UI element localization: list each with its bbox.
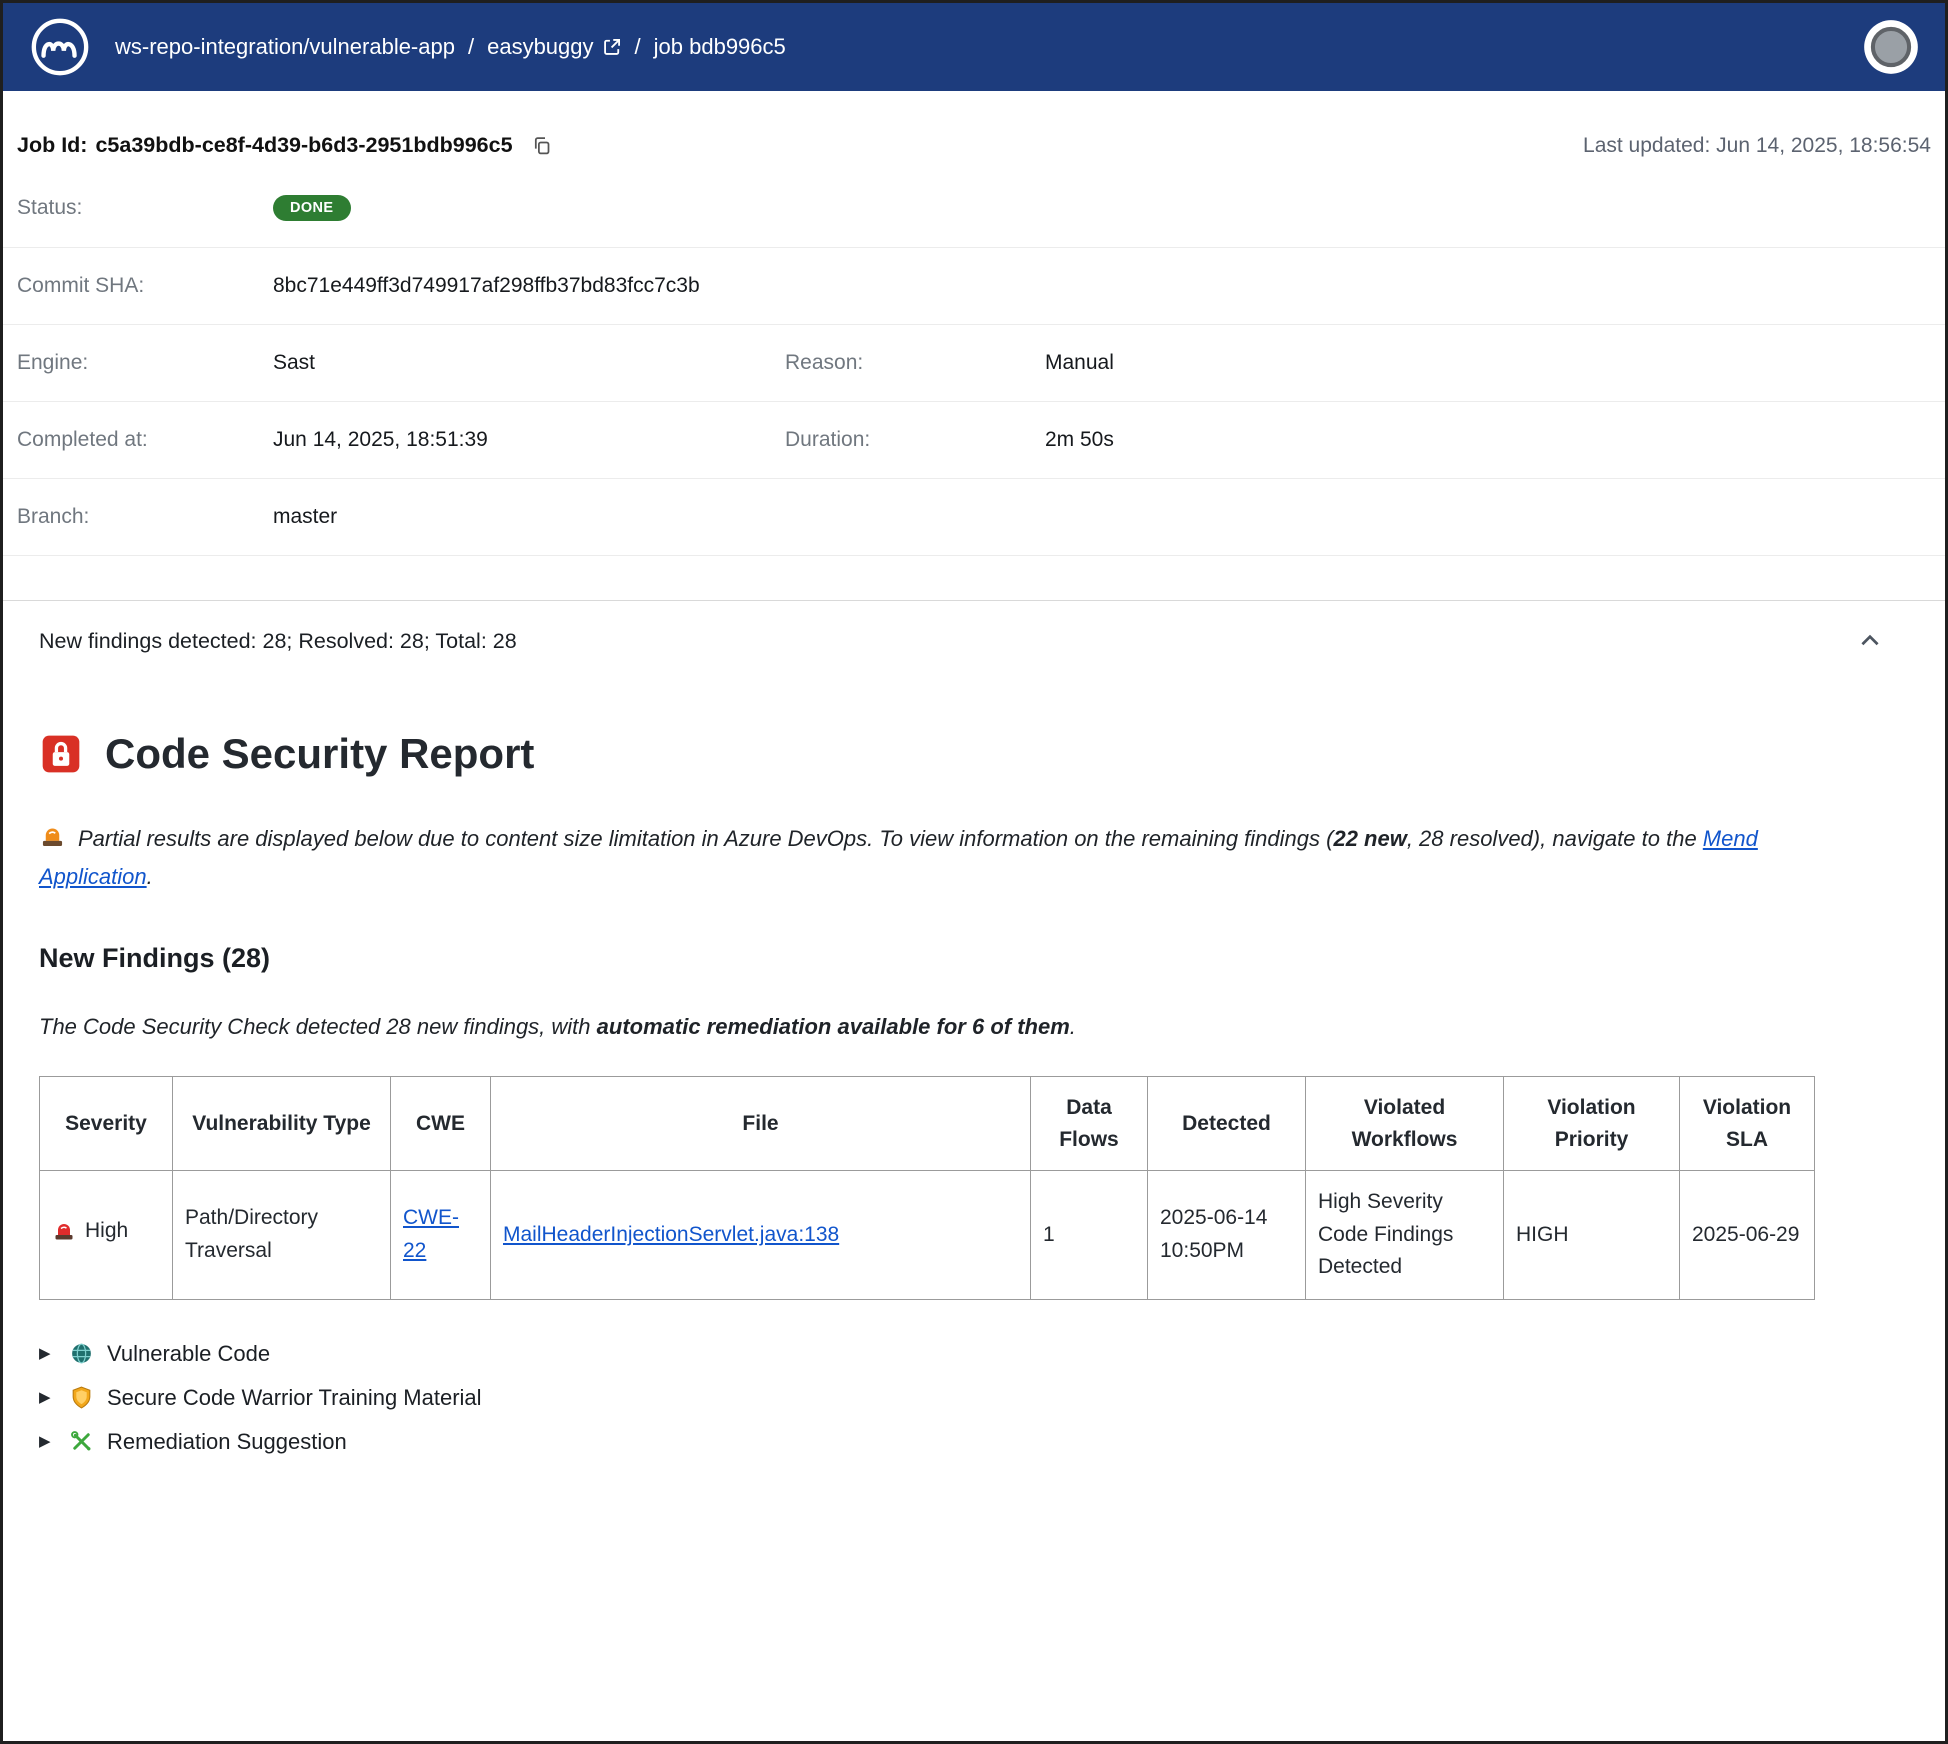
report-title-text: Code Security Report [105,730,534,778]
completed-at-value: Jun 14, 2025, 18:51:39 [273,428,785,452]
findings-table-header-row: Severity Vulnerability Type CWE File Dat… [40,1077,1815,1171]
duration-label: Duration: [785,428,1045,452]
new-findings-heading: New Findings (28) [39,943,1909,974]
branch-value: master [273,505,785,529]
col-header-data-flows: Data Flows [1031,1077,1148,1171]
expander-label: Remediation Suggestion [107,1429,347,1455]
summary-sentence: The Code Security Check detected 28 new … [39,1014,1909,1040]
col-header-violation-sla: Violation SLA [1680,1077,1815,1171]
file-cell: MailHeaderInjectionServlet.java:138 [491,1171,1031,1300]
finding-row: High Path/Directory Traversal CWE-22 Mai… [40,1171,1815,1300]
tools-icon [69,1429,94,1454]
cwe-cell: CWE-22 [391,1171,491,1300]
engine-label: Engine: [17,351,273,375]
finding-detail-expanders: ▶ Vulnerable Code ▶ [39,1332,1909,1464]
findings-summary-text: New findings detected: 28; Resolved: 28;… [39,629,517,654]
status-label: Status: [17,196,273,220]
job-details-section: Job Id: c5a39bdb-ce8f-4d39-b6d3-2951bdb9… [3,91,1945,1524]
violation-sla-cell: 2025-06-29 [1680,1171,1815,1300]
external-link-icon[interactable] [602,37,622,57]
findings-summary-bar: New findings detected: 28; Resolved: 28;… [3,600,1945,674]
engine-reason-row: Engine: Sast Reason: Manual [3,325,1945,402]
orange-siren-icon [39,824,66,860]
red-lock-icon [39,732,83,776]
job-id-value: c5a39bdb-ce8f-4d39-b6d3-2951bdb996c5 [95,133,512,158]
breadcrumb-separator: / [468,34,474,60]
severity-label: High [85,1215,128,1248]
col-header-file: File [491,1077,1031,1171]
col-header-violated-workflows: Violated Workflows [1306,1077,1504,1171]
commit-sha-label: Commit SHA: [17,274,273,298]
expand-arrow-icon: ▶ [39,1434,56,1449]
partial-note-bold: 22 new [1333,826,1406,851]
code-security-report: Code Security Report Partial results are… [3,674,1945,1524]
breadcrumb-repo[interactable]: ws-repo-integration/vulnerable-app [115,34,455,60]
completed-at-label: Completed at: [17,428,273,452]
report-title: Code Security Report [39,730,1909,778]
expander-training-material[interactable]: ▶ Secure Code Warrior Training Material [39,1376,1909,1420]
vulnerability-type-cell: Path/Directory Traversal [173,1171,391,1300]
job-id: Job Id: c5a39bdb-ce8f-4d39-b6d3-2951bdb9… [17,133,552,158]
violated-workflows-cell: High Severity Code Findings Detected [1306,1171,1504,1300]
mend-logo-icon[interactable] [29,16,91,78]
top-nav-bar: ws-repo-integration/vulnerable-app / eas… [3,3,1945,91]
chevron-up-icon [1857,628,1883,654]
branch-label: Branch: [17,505,273,529]
reason-value: Manual [1045,351,1931,375]
col-header-vulnerability-type: Vulnerability Type [173,1077,391,1171]
breadcrumb-project[interactable]: easybuggy [487,34,621,60]
file-link[interactable]: MailHeaderInjectionServlet.java:138 [503,1223,839,1246]
partial-results-note: Partial results are displayed below due … [39,822,1859,893]
status-badge: DONE [273,195,351,221]
duration-value: 2m 50s [1045,428,1931,452]
completed-duration-row: Completed at: Jun 14, 2025, 18:51:39 Dur… [3,402,1945,479]
expand-arrow-icon: ▶ [39,1390,56,1405]
status-row: Status: DONE [3,168,1945,248]
summary-prefix: The Code Security Check detected 28 new … [39,1014,597,1039]
cwe-link[interactable]: CWE-22 [403,1206,459,1262]
summary-suffix: . [1070,1014,1076,1039]
breadcrumb-job: job bdb996c5 [654,34,786,60]
expander-vulnerable-code[interactable]: ▶ Vulnerable Code [39,1332,1909,1376]
violation-priority-cell: HIGH [1504,1171,1680,1300]
col-header-violation-priority: Violation Priority [1504,1077,1680,1171]
data-flows-cell: 1 [1031,1171,1148,1300]
branch-row: Branch: master [3,479,1945,556]
summary-bold: automatic remediation available for 6 of… [597,1014,1070,1039]
expander-label: Secure Code Warrior Training Material [107,1385,482,1411]
globe-icon [69,1341,94,1366]
col-header-cwe: CWE [391,1077,491,1171]
last-updated: Last updated: Jun 14, 2025, 18:56:54 [1583,134,1931,158]
detected-cell: 2025-06-14 10:50PM [1148,1171,1306,1300]
expander-label: Vulnerable Code [107,1341,270,1367]
col-header-severity: Severity [40,1077,173,1171]
breadcrumb: ws-repo-integration/vulnerable-app / eas… [115,34,786,60]
copy-job-id-button[interactable] [531,135,552,156]
reason-label: Reason: [785,351,1045,375]
breadcrumb-separator: / [635,34,641,60]
engine-value: Sast [273,351,785,375]
commit-sha-value: 8bc71e449ff3d749917af298ffb37bd83fcc7c3b [273,274,785,298]
findings-table: Severity Vulnerability Type CWE File Dat… [39,1076,1815,1300]
partial-note-prefix: Partial results are displayed below due … [78,826,1333,851]
user-avatar[interactable] [1863,19,1919,75]
breadcrumb-project-label: easybuggy [487,34,593,60]
commit-sha-row: Commit SHA: 8bc71e449ff3d749917af298ffb3… [3,248,1945,325]
col-header-detected: Detected [1148,1077,1306,1171]
shield-icon [69,1385,94,1410]
red-siren-icon [52,1220,76,1244]
collapse-button[interactable] [1857,628,1883,654]
partial-note-middle: , 28 resolved), navigate to the [1407,826,1703,851]
severity-cell: High [40,1171,173,1300]
partial-note-suffix: . [147,864,153,889]
job-header: Job Id: c5a39bdb-ce8f-4d39-b6d3-2951bdb9… [3,91,1945,168]
status-badge-wrap: DONE [273,194,785,221]
expander-remediation-suggestion[interactable]: ▶ Remediation Suggestion [39,1420,1909,1464]
job-id-label: Job Id: [17,133,87,158]
expand-arrow-icon: ▶ [39,1346,56,1361]
